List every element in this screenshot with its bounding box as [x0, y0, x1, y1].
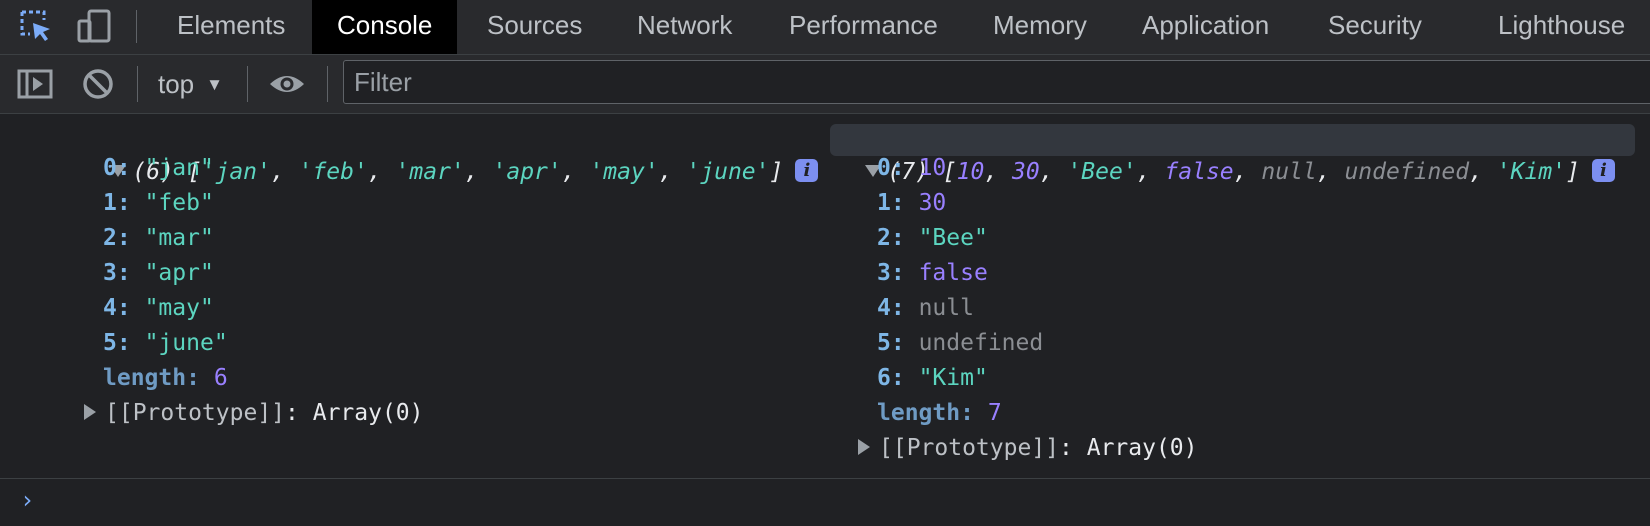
toolbar-divider: [136, 10, 137, 43]
info-icon[interactable]: i: [1591, 159, 1615, 182]
tab-security[interactable]: Security: [1303, 0, 1447, 54]
tab-console[interactable]: Console: [312, 0, 458, 54]
tab-memory[interactable]: Memory: [968, 0, 1112, 54]
toolbar-divider: [137, 66, 138, 102]
array-entry: 0: 10: [877, 155, 947, 181]
context-selector[interactable]: top ▼: [158, 64, 223, 104]
array-entry: 0: "jan": [103, 155, 214, 181]
device-toolbar-icon[interactable]: [76, 8, 112, 44]
array-length: length: 7: [877, 400, 1002, 426]
tab-sources[interactable]: Sources: [462, 0, 607, 54]
array-entry: 3: "apr": [103, 260, 214, 286]
array-entry: 4: null: [877, 295, 974, 321]
array-entry: 1: "feb": [103, 190, 214, 216]
array-length: length: 6: [103, 365, 228, 391]
live-expression-icon[interactable]: [267, 64, 307, 104]
console-output: (6) ['jan', 'feb', 'mar', 'apr', 'may', …: [0, 114, 1650, 480]
devtools-tab-bar: Elements Console Sources Network Perform…: [0, 0, 1650, 55]
array-entry: 3: false: [877, 260, 988, 286]
prototype-row[interactable]: [[Prototype]]: Array(0): [84, 397, 424, 429]
array-entry: 6: "Kim": [877, 365, 988, 391]
caret-down-icon: ▼: [206, 75, 223, 94]
array-entry: 5: "june": [103, 330, 228, 356]
array-entry: 2: "Bee": [877, 225, 988, 251]
expand-arrow-icon[interactable]: [84, 404, 96, 420]
info-icon[interactable]: i: [795, 159, 819, 182]
clear-console-icon[interactable]: [78, 64, 118, 104]
console-toolbar: top ▼: [0, 55, 1650, 114]
toolbar-divider: [327, 66, 328, 102]
prototype-row[interactable]: [[Prototype]]: Array(0): [858, 432, 1198, 464]
array-entry: 5: undefined: [877, 330, 1044, 356]
toolbar-divider: [247, 66, 248, 102]
array-entry: 4: "may": [103, 295, 214, 321]
expand-arrow-icon[interactable]: [858, 439, 870, 455]
inspect-element-icon[interactable]: [18, 8, 54, 44]
tab-application[interactable]: Application: [1117, 0, 1294, 54]
console-prompt-icon: ›: [20, 486, 35, 514]
filter-input[interactable]: [343, 60, 1650, 104]
tab-network[interactable]: Network: [612, 0, 757, 54]
array-summary-right[interactable]: (7) [10, 30, 'Bee', false, null, undefin…: [830, 124, 1635, 185]
context-label: top: [158, 69, 195, 99]
show-sidebar-icon[interactable]: [15, 64, 55, 104]
console-prompt-divider: [0, 478, 1650, 479]
console-input[interactable]: [50, 484, 1630, 518]
tab-lighthouse[interactable]: Lighthouse: [1473, 0, 1650, 54]
tab-performance[interactable]: Performance: [764, 0, 963, 54]
tab-elements[interactable]: Elements: [152, 0, 310, 54]
array-entry: 2: "mar": [103, 225, 214, 251]
array-entry: 1: 30: [877, 190, 947, 216]
